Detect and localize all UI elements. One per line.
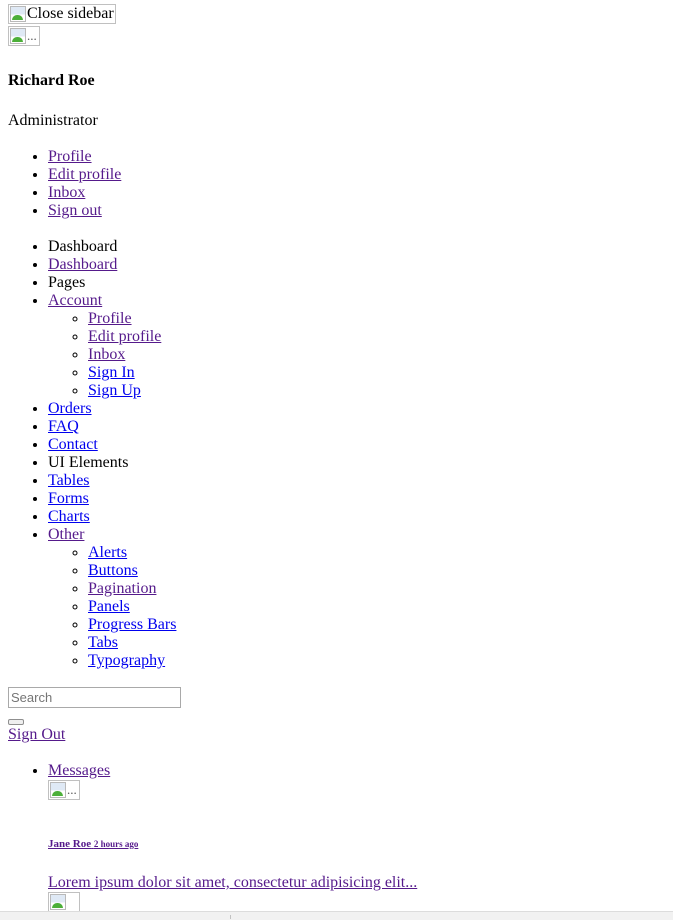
sign-in-link[interactable]: Sign In bbox=[88, 364, 135, 381]
nav-item-other: Other Alerts Buttons Pagination Panels P… bbox=[48, 526, 665, 670]
close-sidebar-button[interactable]: Close sidebar bbox=[8, 4, 665, 24]
messages-link[interactable]: Messages bbox=[48, 762, 110, 779]
nav-section-pages: Pages bbox=[48, 274, 665, 292]
broken-image-icon bbox=[10, 28, 26, 44]
nav-item-dashboard: Dashboard bbox=[48, 256, 665, 274]
account-profile-link[interactable]: Profile bbox=[88, 310, 132, 327]
other-link[interactable]: Other bbox=[48, 526, 84, 543]
charts-link[interactable]: Charts bbox=[48, 508, 90, 525]
message-sender-link[interactable]: Jane Roe 2 hours ago bbox=[48, 838, 138, 850]
other-submenu: Alerts Buttons Pagination Panels Progres… bbox=[48, 544, 665, 670]
tables-link[interactable]: Tables bbox=[48, 472, 90, 489]
nav-section-dashboard: Dashboard bbox=[48, 238, 665, 256]
submenu-item: Edit profile bbox=[88, 328, 665, 346]
typography-link[interactable]: Typography bbox=[88, 652, 165, 669]
sign-out-link[interactable]: Sign out bbox=[48, 202, 102, 219]
contact-link[interactable]: Contact bbox=[48, 436, 98, 453]
submenu-item: Profile bbox=[88, 310, 665, 328]
nav-item-account: Account Profile Edit profile Inbox Sign … bbox=[48, 292, 665, 400]
message-time: 2 hours ago bbox=[93, 839, 139, 849]
message-sender: Jane Roe bbox=[48, 838, 92, 850]
nav-section-ui-elements: UI Elements bbox=[48, 454, 665, 472]
search-input[interactable]: Search bbox=[8, 687, 181, 708]
user-menu-item-sign-out: Sign out bbox=[48, 202, 665, 220]
sign-up-link[interactable]: Sign Up bbox=[88, 382, 141, 399]
submenu-item: Typography bbox=[88, 652, 665, 670]
user-name: Richard Roe bbox=[8, 72, 95, 89]
nav-item-forms: Forms bbox=[48, 490, 665, 508]
pagination-link[interactable]: Pagination bbox=[88, 580, 156, 597]
user-menu-item-profile: Profile bbox=[48, 148, 665, 166]
messages-dropdown: Messages ... Jane Roe 2 hours ago Lorem … bbox=[8, 762, 665, 912]
sign-out-button[interactable]: Sign Out bbox=[8, 726, 665, 744]
submenu-item: Pagination bbox=[88, 580, 665, 598]
submenu-item: Alerts bbox=[88, 544, 665, 562]
profile-link[interactable]: Profile bbox=[48, 148, 92, 165]
broken-image-icon bbox=[10, 6, 26, 22]
faq-link[interactable]: FAQ bbox=[48, 418, 79, 435]
submenu-item: Sign In bbox=[88, 364, 665, 382]
panels-link[interactable]: Panels bbox=[88, 598, 130, 615]
dashboard-link[interactable]: Dashboard bbox=[48, 256, 117, 273]
user-menu: Profile Edit profile Inbox Sign out bbox=[8, 148, 665, 220]
account-link[interactable]: Account bbox=[48, 292, 102, 309]
nav-item-tables: Tables bbox=[48, 472, 665, 490]
account-edit-profile-link[interactable]: Edit profile bbox=[88, 328, 161, 345]
submenu-item: Inbox bbox=[88, 346, 665, 364]
submenu-item: Tabs bbox=[88, 634, 665, 652]
scrollbar-thumb[interactable] bbox=[230, 915, 231, 919]
account-submenu: Profile Edit profile Inbox Sign In Sign … bbox=[48, 310, 665, 400]
progress-bars-link[interactable]: Progress Bars bbox=[88, 616, 176, 633]
page: Close sidebar ... Richard Roe Administra… bbox=[0, 0, 673, 912]
nav-item-contact: Contact bbox=[48, 436, 665, 454]
nav-item-faq: FAQ bbox=[48, 418, 665, 436]
tabs-link[interactable]: Tabs bbox=[88, 634, 118, 651]
buttons-link[interactable]: Buttons bbox=[88, 562, 138, 579]
message-avatar bbox=[48, 892, 80, 912]
inbox-link[interactable]: Inbox bbox=[48, 184, 85, 201]
close-sidebar-image[interactable]: Close sidebar bbox=[8, 4, 116, 24]
submenu-item: Sign Up bbox=[88, 382, 665, 400]
messages-item: Messages ... Jane Roe 2 hours ago Lorem … bbox=[48, 762, 665, 912]
broken-image-icon bbox=[50, 894, 66, 910]
account-inbox-link[interactable]: Inbox bbox=[88, 346, 125, 363]
submenu-item: Progress Bars bbox=[88, 616, 665, 634]
user-menu-item-inbox: Inbox bbox=[48, 184, 665, 202]
message-entry[interactable]: ... Jane Roe 2 hours ago Lorem ipsum dol… bbox=[48, 780, 665, 892]
message-preview-link[interactable]: Lorem ipsum dolor sit amet, consectetur … bbox=[48, 874, 417, 891]
alerts-link[interactable]: Alerts bbox=[88, 544, 127, 561]
nav-item-orders: Orders bbox=[48, 400, 665, 418]
submenu-item: Buttons bbox=[88, 562, 665, 580]
user-menu-item-edit-profile: Edit profile bbox=[48, 166, 665, 184]
message-avatar: ... bbox=[48, 780, 80, 800]
sidebar-nav: Dashboard Dashboard Pages Account Profil… bbox=[8, 238, 665, 670]
search-submit-button[interactable] bbox=[8, 719, 24, 725]
broken-image-icon bbox=[50, 782, 66, 798]
avatar-image: ... bbox=[8, 26, 40, 46]
avatar: ... bbox=[8, 26, 665, 46]
message-entry[interactable] bbox=[48, 892, 665, 912]
orders-link[interactable]: Orders bbox=[48, 400, 92, 417]
horizontal-scrollbar[interactable] bbox=[0, 911, 673, 920]
nav-item-charts: Charts bbox=[48, 508, 665, 526]
forms-link[interactable]: Forms bbox=[48, 490, 89, 507]
edit-profile-link[interactable]: Edit profile bbox=[48, 166, 121, 183]
user-role: Administrator bbox=[8, 112, 98, 129]
submenu-item: Panels bbox=[88, 598, 665, 616]
